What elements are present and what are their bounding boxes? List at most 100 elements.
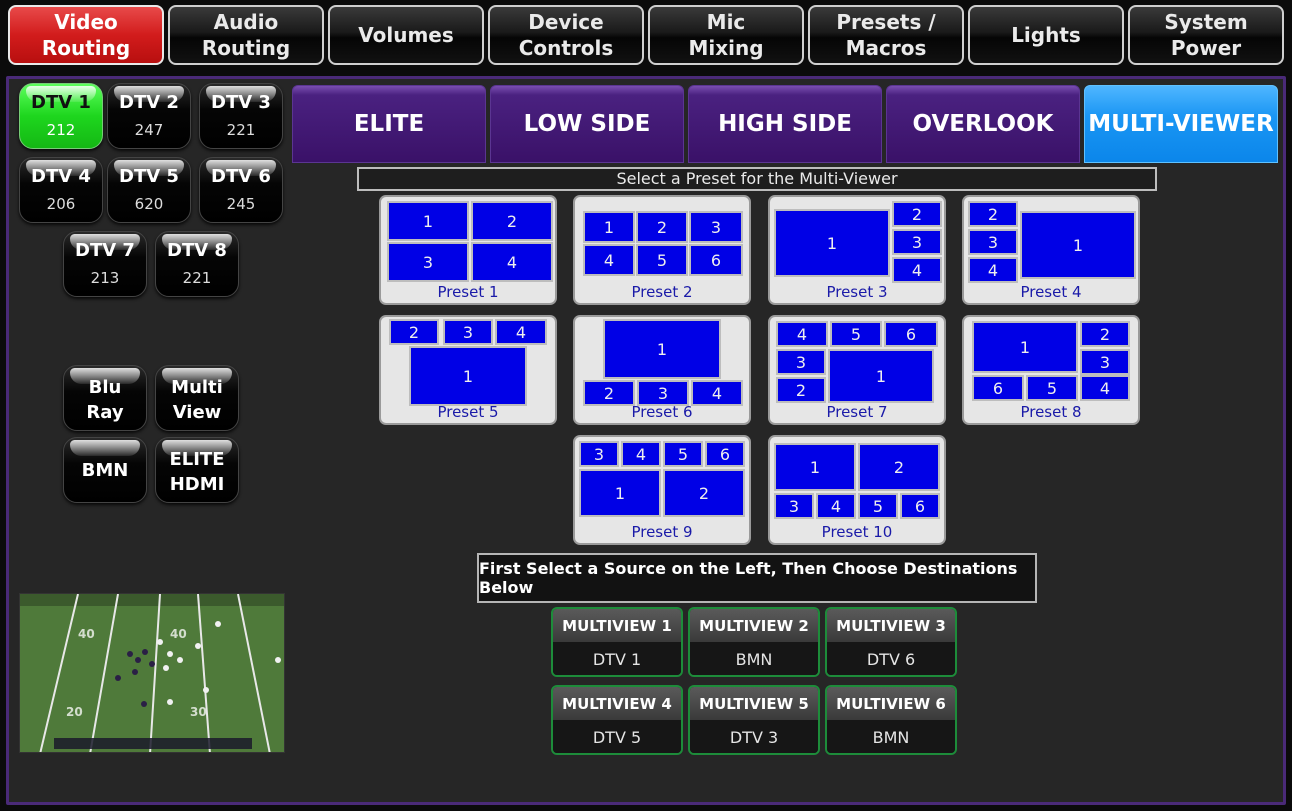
nav-mic-mixing[interactable]: Mic Mixing [648,5,804,65]
destination-title: MULTIVIEW 6 [827,687,955,720]
multiview-3-destination[interactable]: MULTIVIEW 3 DTV 6 [825,607,957,677]
source-name: DTV 7 [75,240,135,261]
preset-label: Preset 6 [631,403,693,421]
preset-instruction: Select a Preset for the Multi-Viewer [357,167,1157,191]
source-channel: 247 [134,121,164,139]
nav-device-controls[interactable]: Device Controls [488,5,644,65]
preset-cell: 3 [774,493,814,519]
multiview-4-destination[interactable]: MULTIVIEW 4 DTV 5 [551,685,683,755]
preset-cell: 4 [495,319,547,345]
preset-1-button[interactable]: 1 2 3 4 Preset 1 [379,195,557,305]
preset-8-button[interactable]: 1 2 3 6 5 4 Preset 8 [962,315,1140,425]
source-blu-ray[interactable]: Blu Ray [63,365,147,431]
source-dtv-8[interactable]: DTV 8 221 [155,231,239,297]
preset-cell: 1 [579,469,661,517]
preset-cell: 3 [968,229,1018,255]
source-name: DTV 5 [119,166,179,187]
nav-audio-routing[interactable]: Audio Routing [168,5,324,65]
source-channel: 221 [226,121,256,139]
source-dtv-4[interactable]: DTV 4 206 [19,157,103,223]
preset-cell: 6 [972,375,1024,401]
preset-3-button[interactable]: 1 2 3 4 Preset 3 [768,195,946,305]
preset-label: Preset 10 [821,523,893,541]
preset-cell: 5 [858,493,898,519]
tab-multi-viewer[interactable]: MULTI-VIEWER [1084,85,1278,163]
source-channel: 221 [182,269,212,287]
football-field-image: 40 40 20 30 [20,594,284,752]
preset-cell: 2 [389,319,439,345]
preset-10-button[interactable]: 1 2 3 4 5 6 Preset 10 [768,435,946,545]
destination-title: MULTIVIEW 5 [690,687,818,720]
preset-cell: 1 [972,321,1078,373]
nav-video-routing[interactable]: Video Routing [8,5,164,65]
tab-low-side[interactable]: LOW SIDE [490,85,684,163]
nav-presets-macros[interactable]: Presets / Macros [808,5,964,65]
source-name: DTV 8 [167,240,227,261]
preset-label: Preset 7 [826,403,888,421]
source-name: ELITE HDMI [169,449,225,495]
preset-2-button[interactable]: 1 2 3 4 5 6 Preset 2 [573,195,751,305]
source-dtv-5[interactable]: DTV 5 620 [107,157,191,223]
preset-cell: 6 [900,493,940,519]
source-dtv-1[interactable]: DTV 1 212 [19,83,103,149]
source-dtv-3[interactable]: DTV 3 221 [199,83,283,149]
preset-label: Preset 4 [1020,283,1082,301]
preset-cell: 2 [663,469,745,517]
destination-title: MULTIVIEW 3 [827,609,955,642]
preset-cell: 4 [776,321,828,347]
preset-cell: 4 [471,242,553,282]
source-bmn[interactable]: BMN [63,437,147,503]
preset-cell: 5 [830,321,882,347]
preset-cell: 4 [892,257,942,283]
tab-high-side[interactable]: HIGH SIDE [688,85,882,163]
preset-cell: 1 [603,319,721,379]
preset-7-button[interactable]: 4 5 6 3 2 1 Preset 7 [768,315,946,425]
tab-elite[interactable]: ELITE [292,85,486,163]
source-name: Multi View [171,377,223,423]
preset-4-button[interactable]: 2 3 4 1 Preset 4 [962,195,1140,305]
preset-cell: 4 [621,441,661,467]
preset-cell: 1 [774,209,890,277]
preset-cell: 3 [776,349,826,375]
preset-cell: 6 [705,441,745,467]
source-dtv-7[interactable]: DTV 7 213 [63,231,147,297]
preset-cell: 3 [689,211,743,243]
source-channel: 620 [134,195,164,213]
multiview-1-destination[interactable]: MULTIVIEW 1 DTV 1 [551,607,683,677]
source-dtv-6[interactable]: DTV 6 245 [199,157,283,223]
source-dtv-2[interactable]: DTV 2 247 [107,83,191,149]
preset-label: Preset 8 [1020,403,1082,421]
source-channel: 212 [46,121,76,139]
preset-cell: 5 [636,244,688,276]
source-name: DTV 6 [211,166,271,187]
preset-5-button[interactable]: 2 3 4 1 Preset 5 [379,315,557,425]
preset-label: Preset 3 [826,283,888,301]
nav-system-power[interactable]: System Power [1128,5,1284,65]
destination-source: DTV 5 [553,720,681,753]
preset-label: Preset 5 [437,403,499,421]
destination-source: DTV 1 [553,642,681,675]
destination-source: DTV 3 [690,720,818,753]
source-name: DTV 2 [119,92,179,113]
source-channel: 213 [90,269,120,287]
preset-cell: 3 [892,229,942,255]
preset-6-button[interactable]: 1 2 3 4 Preset 6 [573,315,751,425]
tab-overlook[interactable]: OVERLOOK [886,85,1080,163]
preset-9-button[interactable]: 3 4 5 6 1 2 Preset 9 [573,435,751,545]
nav-lights[interactable]: Lights [968,5,1124,65]
svg-text:40: 40 [170,627,187,641]
preset-cell: 1 [409,346,527,406]
multiview-5-destination[interactable]: MULTIVIEW 5 DTV 3 [688,685,820,755]
multiview-2-destination[interactable]: MULTIVIEW 2 BMN [688,607,820,677]
multiview-6-destination[interactable]: MULTIVIEW 6 BMN [825,685,957,755]
preset-cell: 2 [776,377,826,403]
main-panel: DTV 1 212 DTV 2 247 DTV 3 221 DTV 4 206 DTV … [6,76,1286,805]
preset-cell: 1 [774,443,856,491]
nav-volumes[interactable]: Volumes [328,5,484,65]
source-elite-hdmi[interactable]: ELITE HDMI [155,437,239,503]
source-channel: 245 [226,195,256,213]
preset-cell: 1 [828,349,934,403]
source-name: Blu Ray [86,377,124,423]
source-name: DTV 4 [31,166,91,187]
source-multi-view[interactable]: Multi View [155,365,239,431]
